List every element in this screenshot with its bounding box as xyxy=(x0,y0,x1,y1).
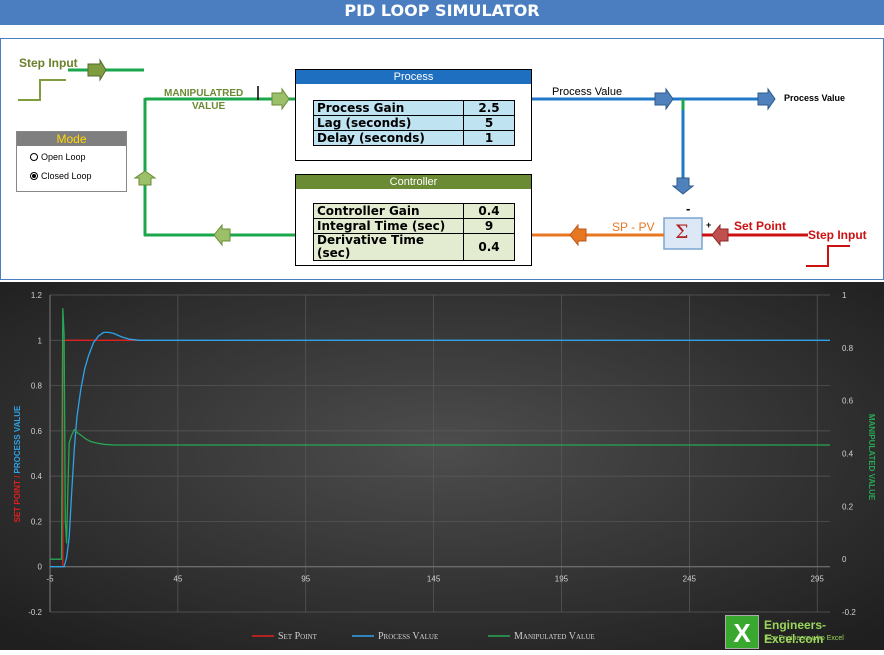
x-tick-label: -5 xyxy=(46,575,54,584)
delay-label: Delay (seconds) xyxy=(313,130,464,146)
error-arrow xyxy=(569,223,587,247)
set-point-label: Set Point xyxy=(734,219,787,233)
table-row: Controller Gain 0.4 xyxy=(313,203,515,219)
step-input-right-glyph xyxy=(806,245,850,267)
mode-panel: Mode Open Loop Closed Loop xyxy=(16,131,127,192)
response-chart: -5 45 95 145 195 245 295 -0.2 0 0.2 0.4 0.6 0.8 1 1.2-… xyxy=(0,282,884,650)
open-loop-label: Open Loop xyxy=(41,152,86,162)
open-loop-radio[interactable] xyxy=(30,153,38,161)
step-input-glyph xyxy=(18,79,66,101)
process-value-output-label: Process Value xyxy=(784,93,846,103)
x-tick-label: 245 xyxy=(683,575,697,584)
y-axis-right-label: MANIPULATED VALUE xyxy=(867,414,876,501)
page-title: PID LOOP SIMULATOR xyxy=(0,0,884,25)
process-title: Process xyxy=(296,70,531,84)
step-input-arrow xyxy=(87,58,107,82)
mode-title: Mode xyxy=(17,132,126,146)
table-row: Derivative Time (sec) 0.4 xyxy=(313,233,515,261)
x-tick-label: 95 xyxy=(301,575,310,584)
engineers-excel-logo[interactable]: X Engineers-Excel.com For Engineers who … xyxy=(725,615,881,649)
y-left-tick-label: 0.2 xyxy=(31,517,43,526)
y-right-tick-label: 0 xyxy=(842,555,847,564)
plus-sign: + xyxy=(706,220,712,230)
y-axis-left-label: SET POINT / PROCESS VALUE xyxy=(13,405,22,522)
legend-label: Manipulated Value xyxy=(514,631,595,642)
sum-icon: Σ xyxy=(675,221,689,243)
open-loop-option[interactable]: Open Loop xyxy=(30,152,86,162)
controller-gain-value[interactable]: 0.4 xyxy=(463,203,515,219)
process-value-label: Process Value xyxy=(552,86,623,98)
derivative-time-label: Derivative Time (sec) xyxy=(313,233,464,261)
delay-value[interactable]: 1 xyxy=(463,130,515,146)
lag-value[interactable]: 5 xyxy=(463,115,515,131)
lag-label: Lag (seconds) xyxy=(313,115,464,131)
x-tick-label: 195 xyxy=(555,575,569,584)
y-left-tick-label: 0.6 xyxy=(31,427,43,436)
process-gain-value[interactable]: 2.5 xyxy=(463,100,515,116)
step-input-right-label: Step Input xyxy=(808,228,867,242)
y-label-set-point: SET POINT xyxy=(13,480,22,522)
pv-arrow-2 xyxy=(757,87,776,111)
minus-sign: - xyxy=(686,201,691,216)
setpoint-arrow xyxy=(711,223,729,247)
manipulated-label-1: MANIPULATRED xyxy=(164,88,244,99)
sp-pv-label: SP - PV xyxy=(612,220,655,234)
y-right-tick-label: 0.4 xyxy=(842,450,854,459)
y-left-tick-label: 0.4 xyxy=(31,472,43,481)
step-input-label: Step Input xyxy=(19,56,78,70)
mv-arrow-left xyxy=(213,223,231,247)
controller-gain-label: Controller Gain xyxy=(313,203,464,219)
table-row: Delay (seconds) 1 xyxy=(313,130,515,146)
closed-loop-option[interactable]: Closed Loop xyxy=(30,171,92,181)
logo-tagline: For Engineers who Excel xyxy=(766,635,844,642)
excel-logo-icon: X xyxy=(725,615,759,649)
pv-arrow-down xyxy=(671,177,695,195)
closed-loop-label: Closed Loop xyxy=(41,171,92,181)
closed-loop-radio[interactable] xyxy=(30,172,38,180)
y-left-tick-label: 1 xyxy=(38,336,43,345)
process-params-table: Process Gain 2.5 Lag (seconds) 5 Delay (… xyxy=(313,100,515,146)
y-label-process-value: PROCESS VALUE xyxy=(13,405,22,474)
x-tick-label: 45 xyxy=(173,575,182,584)
y-right-tick-label: 0.6 xyxy=(842,397,854,406)
y-left-tick-label: 0.8 xyxy=(31,382,43,391)
pid-block-diagram: Step Input MANIPULATRED VALUE Process Va… xyxy=(0,38,884,282)
process-gain-label: Process Gain xyxy=(313,100,464,116)
table-row: Process Gain 2.5 xyxy=(313,100,515,116)
y-right-tick-label: 1 xyxy=(842,291,847,300)
chart-svg: -5 45 95 145 195 245 295-0.200.20.40.60.811.2-… xyxy=(0,282,884,650)
mv-arrow-up xyxy=(133,170,157,186)
y-label-separator: / xyxy=(13,473,22,480)
x-tick-label: 295 xyxy=(811,575,825,584)
integral-time-label: Integral Time (sec) xyxy=(313,218,464,234)
controller-block: Controller Controller Gain 0.4 Integral … xyxy=(295,174,532,266)
y-right-tick-label: 0.8 xyxy=(842,344,854,353)
derivative-time-value[interactable]: 0.4 xyxy=(463,233,515,261)
pv-arrow-1 xyxy=(654,87,674,111)
table-row: Integral Time (sec) 9 xyxy=(313,218,515,234)
y-left-tick-label: 1.2 xyxy=(31,291,43,300)
legend-label: Set Point xyxy=(278,631,318,642)
integral-time-value[interactable]: 9 xyxy=(463,218,515,234)
controller-params-table: Controller Gain 0.4 Integral Time (sec) … xyxy=(313,203,515,261)
mv-arrow-right xyxy=(271,87,290,111)
y-right-tick-label: 0.2 xyxy=(842,502,854,511)
legend-label: Process Value xyxy=(378,631,438,642)
chart-background xyxy=(0,282,884,650)
table-row: Lag (seconds) 5 xyxy=(313,115,515,131)
manipulated-label-2: VALUE xyxy=(192,101,226,112)
process-block: Process Process Gain 2.5 Lag (seconds) 5… xyxy=(295,69,532,161)
controller-title: Controller xyxy=(296,175,531,189)
y-left-tick-label: 0 xyxy=(38,563,43,572)
x-tick-label: 145 xyxy=(427,575,441,584)
y-left-tick-label: -0.2 xyxy=(28,608,42,617)
